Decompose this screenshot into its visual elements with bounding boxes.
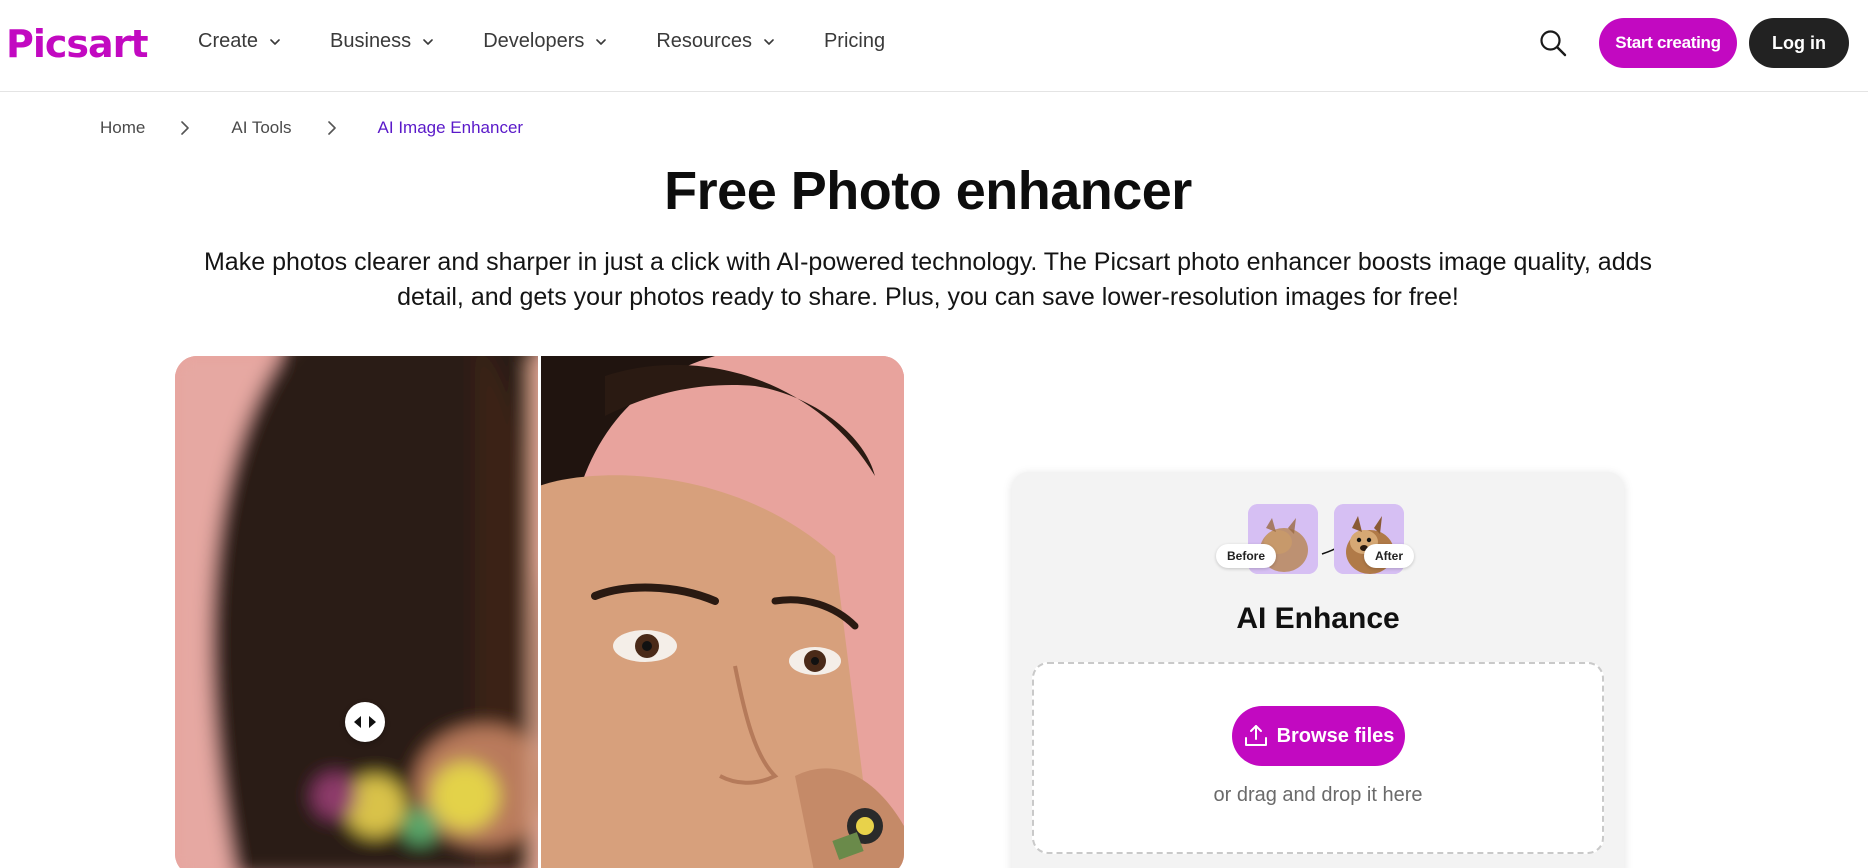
- browse-files-label: Browse files: [1276, 724, 1395, 747]
- nav-pricing[interactable]: Pricing: [824, 30, 885, 53]
- nav-developers[interactable]: Developers: [483, 30, 607, 53]
- log-in-button[interactable]: Log in: [1749, 18, 1849, 68]
- picsart-logo[interactable]: Picsart: [6, 22, 149, 66]
- page-description: Make photos clearer and sharper in just …: [203, 248, 1653, 311]
- before-tag: Before: [1216, 544, 1277, 568]
- before-after-comparison: [175, 356, 904, 868]
- compare-arrows-icon[interactable]: [345, 702, 385, 742]
- chevron-right-icon: [327, 121, 336, 135]
- top-navigation: Picsart Create Business Developers Resou…: [0, 0, 1868, 92]
- search-icon[interactable]: [1538, 28, 1568, 58]
- before-after-thumbnails: Before After: [1216, 504, 1426, 580]
- chevron-right-icon: [181, 121, 190, 135]
- start-creating-button[interactable]: Start creating: [1599, 18, 1737, 68]
- breadcrumb-home[interactable]: Home: [100, 118, 145, 138]
- breadcrumb-current: AI Image Enhancer: [377, 118, 524, 137]
- nav-business-label: Business: [330, 30, 412, 52]
- nav-business[interactable]: Business: [330, 30, 433, 53]
- chevron-down-icon: [596, 38, 607, 45]
- card-title: AI Enhance: [1236, 602, 1400, 635]
- chevron-down-icon: [764, 38, 774, 45]
- upload-icon: [1244, 725, 1267, 746]
- main-nav: Create Business Developers Resources Pri…: [198, 30, 885, 53]
- compare-divider[interactable]: [538, 356, 541, 868]
- ai-enhance-upload-card: Before After AI Enhance Browse files or …: [1012, 472, 1624, 868]
- nav-create[interactable]: Create: [198, 30, 280, 53]
- page-title: Free Photo enhancer: [664, 161, 1192, 221]
- browse-files-button[interactable]: Browse files: [1232, 706, 1405, 766]
- chevron-down-icon: [270, 38, 280, 45]
- breadcrumb-ai-tools[interactable]: AI Tools: [231, 118, 291, 138]
- nav-pricing-label: Pricing: [823, 30, 886, 52]
- chevron-down-icon: [423, 38, 433, 45]
- breadcrumb: Home AI Tools AI Image Enhancer: [100, 118, 523, 138]
- drop-zone[interactable]: Browse files or drag and drop it here: [1032, 662, 1604, 854]
- nav-resources-label: Resources: [656, 30, 752, 52]
- compare-arrows-glyph: [354, 716, 376, 728]
- nav-resources[interactable]: Resources: [656, 30, 774, 53]
- drop-hint: or drag and drop it here: [1213, 784, 1423, 806]
- nav-create-label: Create: [198, 30, 259, 52]
- after-tag: After: [1364, 544, 1415, 568]
- nav-developers-label: Developers: [483, 30, 585, 52]
